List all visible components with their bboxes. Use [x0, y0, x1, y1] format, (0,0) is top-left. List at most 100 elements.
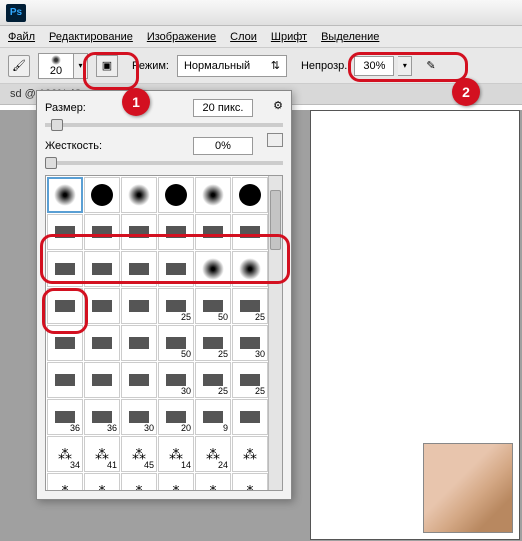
brush-preset-cell[interactable] — [121, 251, 157, 287]
brush-preset-cell[interactable] — [47, 325, 83, 361]
brush-preset-cell[interactable]: 25 — [232, 288, 268, 324]
menu-select[interactable]: Выделение — [321, 31, 379, 43]
brush-preset-cell[interactable]: ⁂45 — [121, 436, 157, 472]
brush-preset-cell[interactable] — [47, 362, 83, 398]
brush-preset-panel: ⚙ Размер: Жесткость: 2550255025303025253… — [36, 90, 292, 500]
brush-preset-cell[interactable] — [195, 214, 231, 250]
brush-preset-cell[interactable] — [121, 288, 157, 324]
brush-preset-cell[interactable]: ⁂14 — [158, 436, 194, 472]
brush-thumb-icon — [240, 374, 260, 386]
brush-panel-toggle[interactable]: ▣ — [96, 55, 118, 77]
brush-preset-cell[interactable]: 36 — [84, 399, 120, 435]
brush-thumb-icon — [54, 184, 76, 206]
brush-preset-cell[interactable] — [195, 251, 231, 287]
brush-tool-icon[interactable]: 🖌 — [8, 55, 30, 77]
callout-num-2: 2 — [452, 78, 480, 106]
brush-preset-cell[interactable] — [158, 177, 194, 213]
brush-preset-cell[interactable]: 30 — [158, 362, 194, 398]
brush-preset-cell[interactable] — [84, 251, 120, 287]
brush-preset-cell[interactable]: 25 — [195, 325, 231, 361]
brush-thumb-icon — [129, 411, 149, 423]
menu-layers[interactable]: Слои — [230, 31, 257, 43]
brush-preset-cell[interactable]: ⁂ — [232, 436, 268, 472]
brush-thumb-icon — [91, 184, 113, 206]
brush-preset-cell[interactable]: ⁂59 — [158, 473, 194, 490]
brush-preset-cell[interactable] — [158, 214, 194, 250]
brush-preset-cell[interactable]: ⁂46 — [121, 473, 157, 490]
brush-thumb-icon — [92, 411, 112, 423]
menu-edit[interactable]: Редактирование — [49, 31, 133, 43]
menu-file[interactable]: Файл — [8, 31, 35, 43]
brush-preset-cell[interactable] — [195, 177, 231, 213]
brush-preset-cell[interactable]: 20 — [158, 399, 194, 435]
brush-preset-cell[interactable] — [47, 214, 83, 250]
brush-preset-cell[interactable] — [232, 214, 268, 250]
brush-preset-cell[interactable] — [47, 288, 83, 324]
brush-preset-cell[interactable] — [121, 177, 157, 213]
brush-preset-cell[interactable]: 9 — [195, 399, 231, 435]
brush-dropdown-arrow[interactable]: ▾ — [74, 53, 88, 79]
brush-preset-cell[interactable] — [121, 362, 157, 398]
brush-preset-cell[interactable] — [121, 325, 157, 361]
brush-size-label: 20 — [181, 423, 191, 433]
brush-thumb-icon — [239, 258, 261, 280]
brush-preset-cell[interactable] — [84, 214, 120, 250]
opacity-label: Непрозр.: — [301, 60, 350, 72]
mode-label: Режим: — [132, 60, 169, 72]
brush-thumb-icon — [166, 411, 186, 423]
brush-preset-cell[interactable]: 25 — [232, 362, 268, 398]
brush-size-label: 9 — [223, 423, 228, 433]
brush-preset-cell[interactable] — [121, 214, 157, 250]
brush-preset-cell[interactable]: ⁂24 — [195, 436, 231, 472]
brush-thumb-icon — [129, 300, 149, 312]
brush-preset-cell[interactable]: ⁂27 — [47, 473, 83, 490]
brush-preset-cell[interactable] — [84, 177, 120, 213]
canvas[interactable] — [310, 110, 520, 540]
brush-size-label: 36 — [70, 423, 80, 433]
brush-preset-cell[interactable] — [158, 251, 194, 287]
brush-preset-cell[interactable]: 50 — [195, 288, 231, 324]
hardness-slider[interactable] — [45, 161, 283, 165]
brush-preset-cell[interactable] — [47, 177, 83, 213]
brush-preset-cell[interactable]: ⁂34 — [47, 436, 83, 472]
brush-preset-cell[interactable]: 50 — [158, 325, 194, 361]
brush-thumb-icon: ⁂ — [206, 483, 220, 491]
brush-preset-cell[interactable]: 30 — [121, 399, 157, 435]
opacity-dropdown-arrow[interactable]: ▾ — [398, 56, 412, 76]
brush-preset-cell[interactable] — [232, 251, 268, 287]
brush-preset-cell[interactable] — [84, 325, 120, 361]
brush-preset-cell[interactable]: ⁂39 — [84, 473, 120, 490]
brush-thumb-icon — [239, 184, 261, 206]
menu-image[interactable]: Изображение — [147, 31, 216, 43]
brush-preset-cell[interactable] — [84, 288, 120, 324]
new-brush-icon[interactable] — [267, 133, 283, 147]
brush-preset-cell[interactable]: 25 — [158, 288, 194, 324]
brush-preset-cell[interactable] — [232, 177, 268, 213]
options-bar: 🖌 20 ▾ ▣ Режим: Нормальный ⇅ Непрозр.: ▾… — [0, 48, 522, 84]
brush-preset-cell[interactable]: 30 — [232, 325, 268, 361]
brush-preset-cell[interactable]: 25 — [195, 362, 231, 398]
brush-preset-cell[interactable]: ⁂17 — [232, 473, 268, 490]
size-slider[interactable] — [45, 123, 283, 127]
pressure-icon[interactable]: ✎ — [426, 59, 435, 72]
menu-type[interactable]: Шрифт — [271, 31, 307, 43]
brush-thumb-icon — [92, 300, 112, 312]
scroll-thumb[interactable] — [270, 190, 281, 250]
brush-preset-picker[interactable]: 20 — [38, 53, 74, 79]
scrollbar[interactable] — [268, 176, 282, 490]
menubar: Файл Редактирование Изображение Слои Шри… — [0, 26, 522, 48]
gear-icon[interactable]: ⚙ — [273, 99, 283, 112]
brush-thumb-icon — [166, 300, 186, 312]
brush-preset-cell[interactable] — [84, 362, 120, 398]
brush-preset-cell[interactable]: ⁂41 — [84, 436, 120, 472]
brush-preset-cell[interactable]: ⁂11 — [195, 473, 231, 490]
brush-preset-cell[interactable] — [47, 251, 83, 287]
brush-grid: 255025502530302525363630209⁂34⁂41⁂45⁂14⁂… — [45, 175, 283, 491]
size-input[interactable] — [193, 99, 253, 117]
brush-thumb-icon — [202, 184, 224, 206]
brush-preset-cell[interactable] — [232, 399, 268, 435]
hardness-input[interactable] — [193, 137, 253, 155]
opacity-input[interactable] — [354, 56, 394, 76]
blend-mode-select[interactable]: Нормальный ⇅ — [177, 55, 287, 77]
brush-preset-cell[interactable]: 36 — [47, 399, 83, 435]
